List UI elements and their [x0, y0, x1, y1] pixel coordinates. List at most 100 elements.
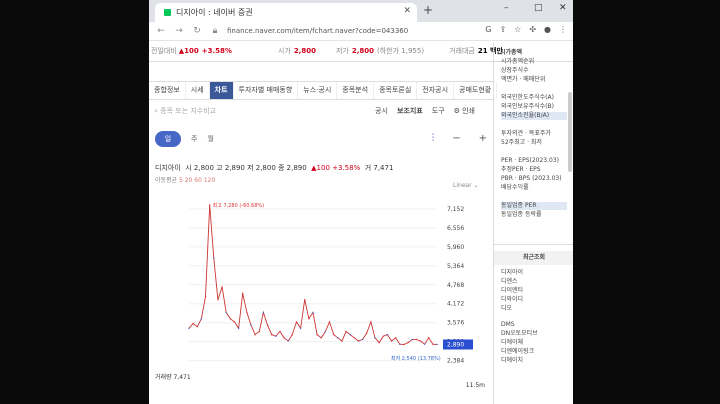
- back-icon[interactable]: ←: [155, 26, 167, 36]
- ma-label: 이동평균: [155, 177, 178, 184]
- info-line: 동일업종 PER: [501, 202, 567, 210]
- info-line: 상장주식수: [501, 67, 529, 74]
- forward-icon[interactable]: →: [173, 26, 185, 36]
- price-point: [246, 311, 248, 314]
- amount-label: 거래대금: [449, 47, 475, 55]
- tool-disclosure[interactable]: 공시: [375, 106, 388, 116]
- low-label: 저가: [335, 47, 349, 55]
- info-line: 동일업종 등락률: [501, 211, 542, 218]
- tab-investor[interactable]: 투자자별 매매동향: [234, 82, 299, 99]
- recent-item[interactable]: 디에이체: [501, 339, 567, 347]
- google-icon[interactable]: G: [485, 25, 491, 34]
- recent-item[interactable]: 디엔스: [501, 278, 567, 286]
- candle-type-icon[interactable]: ⫶: [432, 133, 435, 144]
- close-window-button[interactable]: ✕: [559, 3, 567, 13]
- recent-item[interactable]: 디지아이: [501, 269, 567, 277]
- tab-price[interactable]: 시세: [186, 82, 210, 99]
- menu-kebab-icon[interactable]: ⋮: [559, 25, 567, 34]
- price-point: [299, 327, 302, 329]
- naver-favicon-icon: [164, 9, 171, 16]
- period-day[interactable]: 일: [155, 131, 181, 147]
- minimize-button[interactable]: –: [504, 3, 509, 13]
- quote-volume: 거 7,471: [364, 164, 394, 172]
- price-point: [361, 338, 364, 341]
- price-point: [270, 333, 273, 336]
- scale-selector[interactable]: Linear ⌄: [453, 182, 479, 189]
- period-month[interactable]: 월: [207, 134, 213, 144]
- info-line: 외국인소진율(B/A): [501, 112, 567, 120]
- price-point: [192, 322, 194, 325]
- recent-item[interactable]: 디와이디: [501, 296, 567, 304]
- y-tick-label: 5,960: [447, 244, 464, 251]
- tab-discussion[interactable]: 종목토론실: [374, 82, 418, 99]
- bookmark-star-icon[interactable]: ☆: [514, 25, 521, 34]
- tab-news[interactable]: 뉴스·공시: [298, 82, 338, 99]
- tool-indicators[interactable]: 보조지표: [397, 106, 423, 116]
- share-icon[interactable]: ⇪: [499, 25, 506, 34]
- price-point: [374, 337, 376, 339]
- browser-tab[interactable]: 디지아이 : 네이버 증권 ✕: [155, 3, 417, 22]
- recent-item[interactable]: 디이엔티: [501, 287, 567, 295]
- price-point: [436, 343, 438, 346]
- tab-chart[interactable]: 차트: [209, 82, 234, 99]
- price-point: [287, 340, 289, 342]
- tool-print[interactable]: ⚙ 인쇄: [454, 106, 475, 116]
- price-point: [204, 295, 207, 298]
- extensions-icon[interactable]: ✣: [529, 25, 536, 34]
- price-point: [328, 321, 331, 323]
- tab-summary[interactable]: 종합정보: [149, 82, 186, 99]
- price-point: [279, 330, 281, 333]
- recent-item[interactable]: DN오토모티브: [501, 330, 567, 338]
- url-field[interactable]: finance.naver.com/item/fchart.naver?code…: [227, 27, 408, 35]
- price-point: [415, 338, 418, 341]
- tab-short-selling[interactable]: 공매도현황: [454, 82, 498, 99]
- max-label: 최고 7,280 (-60.68%): [213, 202, 265, 209]
- maximize-button[interactable]: □: [534, 3, 543, 13]
- info-line: 외국인한도주식수(A): [501, 94, 554, 101]
- close-tab-icon[interactable]: ✕: [403, 6, 411, 16]
- profile-avatar[interactable]: ●: [544, 25, 551, 34]
- price-point: [254, 333, 256, 336]
- price-point: [320, 337, 322, 339]
- recent-item[interactable]: DMS: [501, 321, 567, 329]
- price-point: [332, 333, 335, 336]
- chart-tools: 공시 보조지표 도구 ⚙ 인쇄: [375, 106, 475, 116]
- price-point: [304, 298, 306, 301]
- price-point: [275, 335, 277, 337]
- right-panel: 시가총액 시가총액순위 상장주식수 액면가 · 매매단위 외국인한도주식수(A)…: [493, 42, 573, 404]
- tab-disclosure[interactable]: 전자공시: [417, 82, 455, 99]
- price-point: [432, 343, 434, 345]
- tab-analysis[interactable]: 종목분석: [337, 82, 375, 99]
- price-point: [337, 337, 339, 339]
- recent-item[interactable]: 디엔에이링크: [501, 348, 567, 356]
- reload-icon[interactable]: ↻: [191, 26, 203, 36]
- lock-icon: 🔒︎: [212, 26, 218, 36]
- info-line: 액면가 · 매매단위: [501, 76, 546, 83]
- price-point: [411, 338, 413, 341]
- quote-change: ▲100 +3.58%: [311, 164, 361, 172]
- y-tick-label: 7,152: [447, 206, 464, 213]
- zoom-out-icon[interactable]: −: [452, 133, 460, 144]
- price-point: [386, 333, 389, 336]
- tool-drawing[interactable]: 도구: [432, 106, 445, 116]
- scrollbar[interactable]: [568, 92, 572, 172]
- price-chart[interactable]: 7,1526,5565,9605,3644,7684,1723,5762,980…: [149, 190, 493, 370]
- recent-item[interactable]: 디오: [501, 305, 567, 313]
- price-point: [217, 298, 219, 301]
- open-value: 2,800: [293, 47, 316, 55]
- quote-line: 디지아이 시 2,800 고 2,890 저 2,800 종 2,890 ▲10…: [155, 163, 393, 173]
- price-point: [266, 324, 269, 326]
- stock-menu: 종합정보 시세 차트 투자자별 매매동향 뉴스·공시 종목분석 종목토론실 전자…: [149, 81, 498, 100]
- y-tick-label: 4,172: [447, 301, 464, 308]
- compare-search[interactable]: ⌕ 종목 또는 지수비교: [154, 106, 216, 116]
- chart-controls: ⫶ − +: [432, 133, 487, 144]
- new-tab-button[interactable]: +: [423, 3, 433, 17]
- address-bar: ← → ↻ 🔒︎ finance.naver.com/item/fchart.n…: [149, 22, 573, 41]
- zoom-in-icon[interactable]: +: [479, 133, 487, 144]
- y-tick-label: 2,384: [447, 358, 464, 365]
- recent-item[interactable]: 디에이치: [501, 357, 567, 365]
- price-point: [188, 327, 190, 329]
- browser-window: 디지아이 : 네이버 증권 ✕ + – □ ✕ ← → ↻ 🔒︎ finance…: [149, 0, 573, 404]
- period-week[interactable]: 주: [191, 134, 197, 144]
- price-point: [242, 292, 244, 295]
